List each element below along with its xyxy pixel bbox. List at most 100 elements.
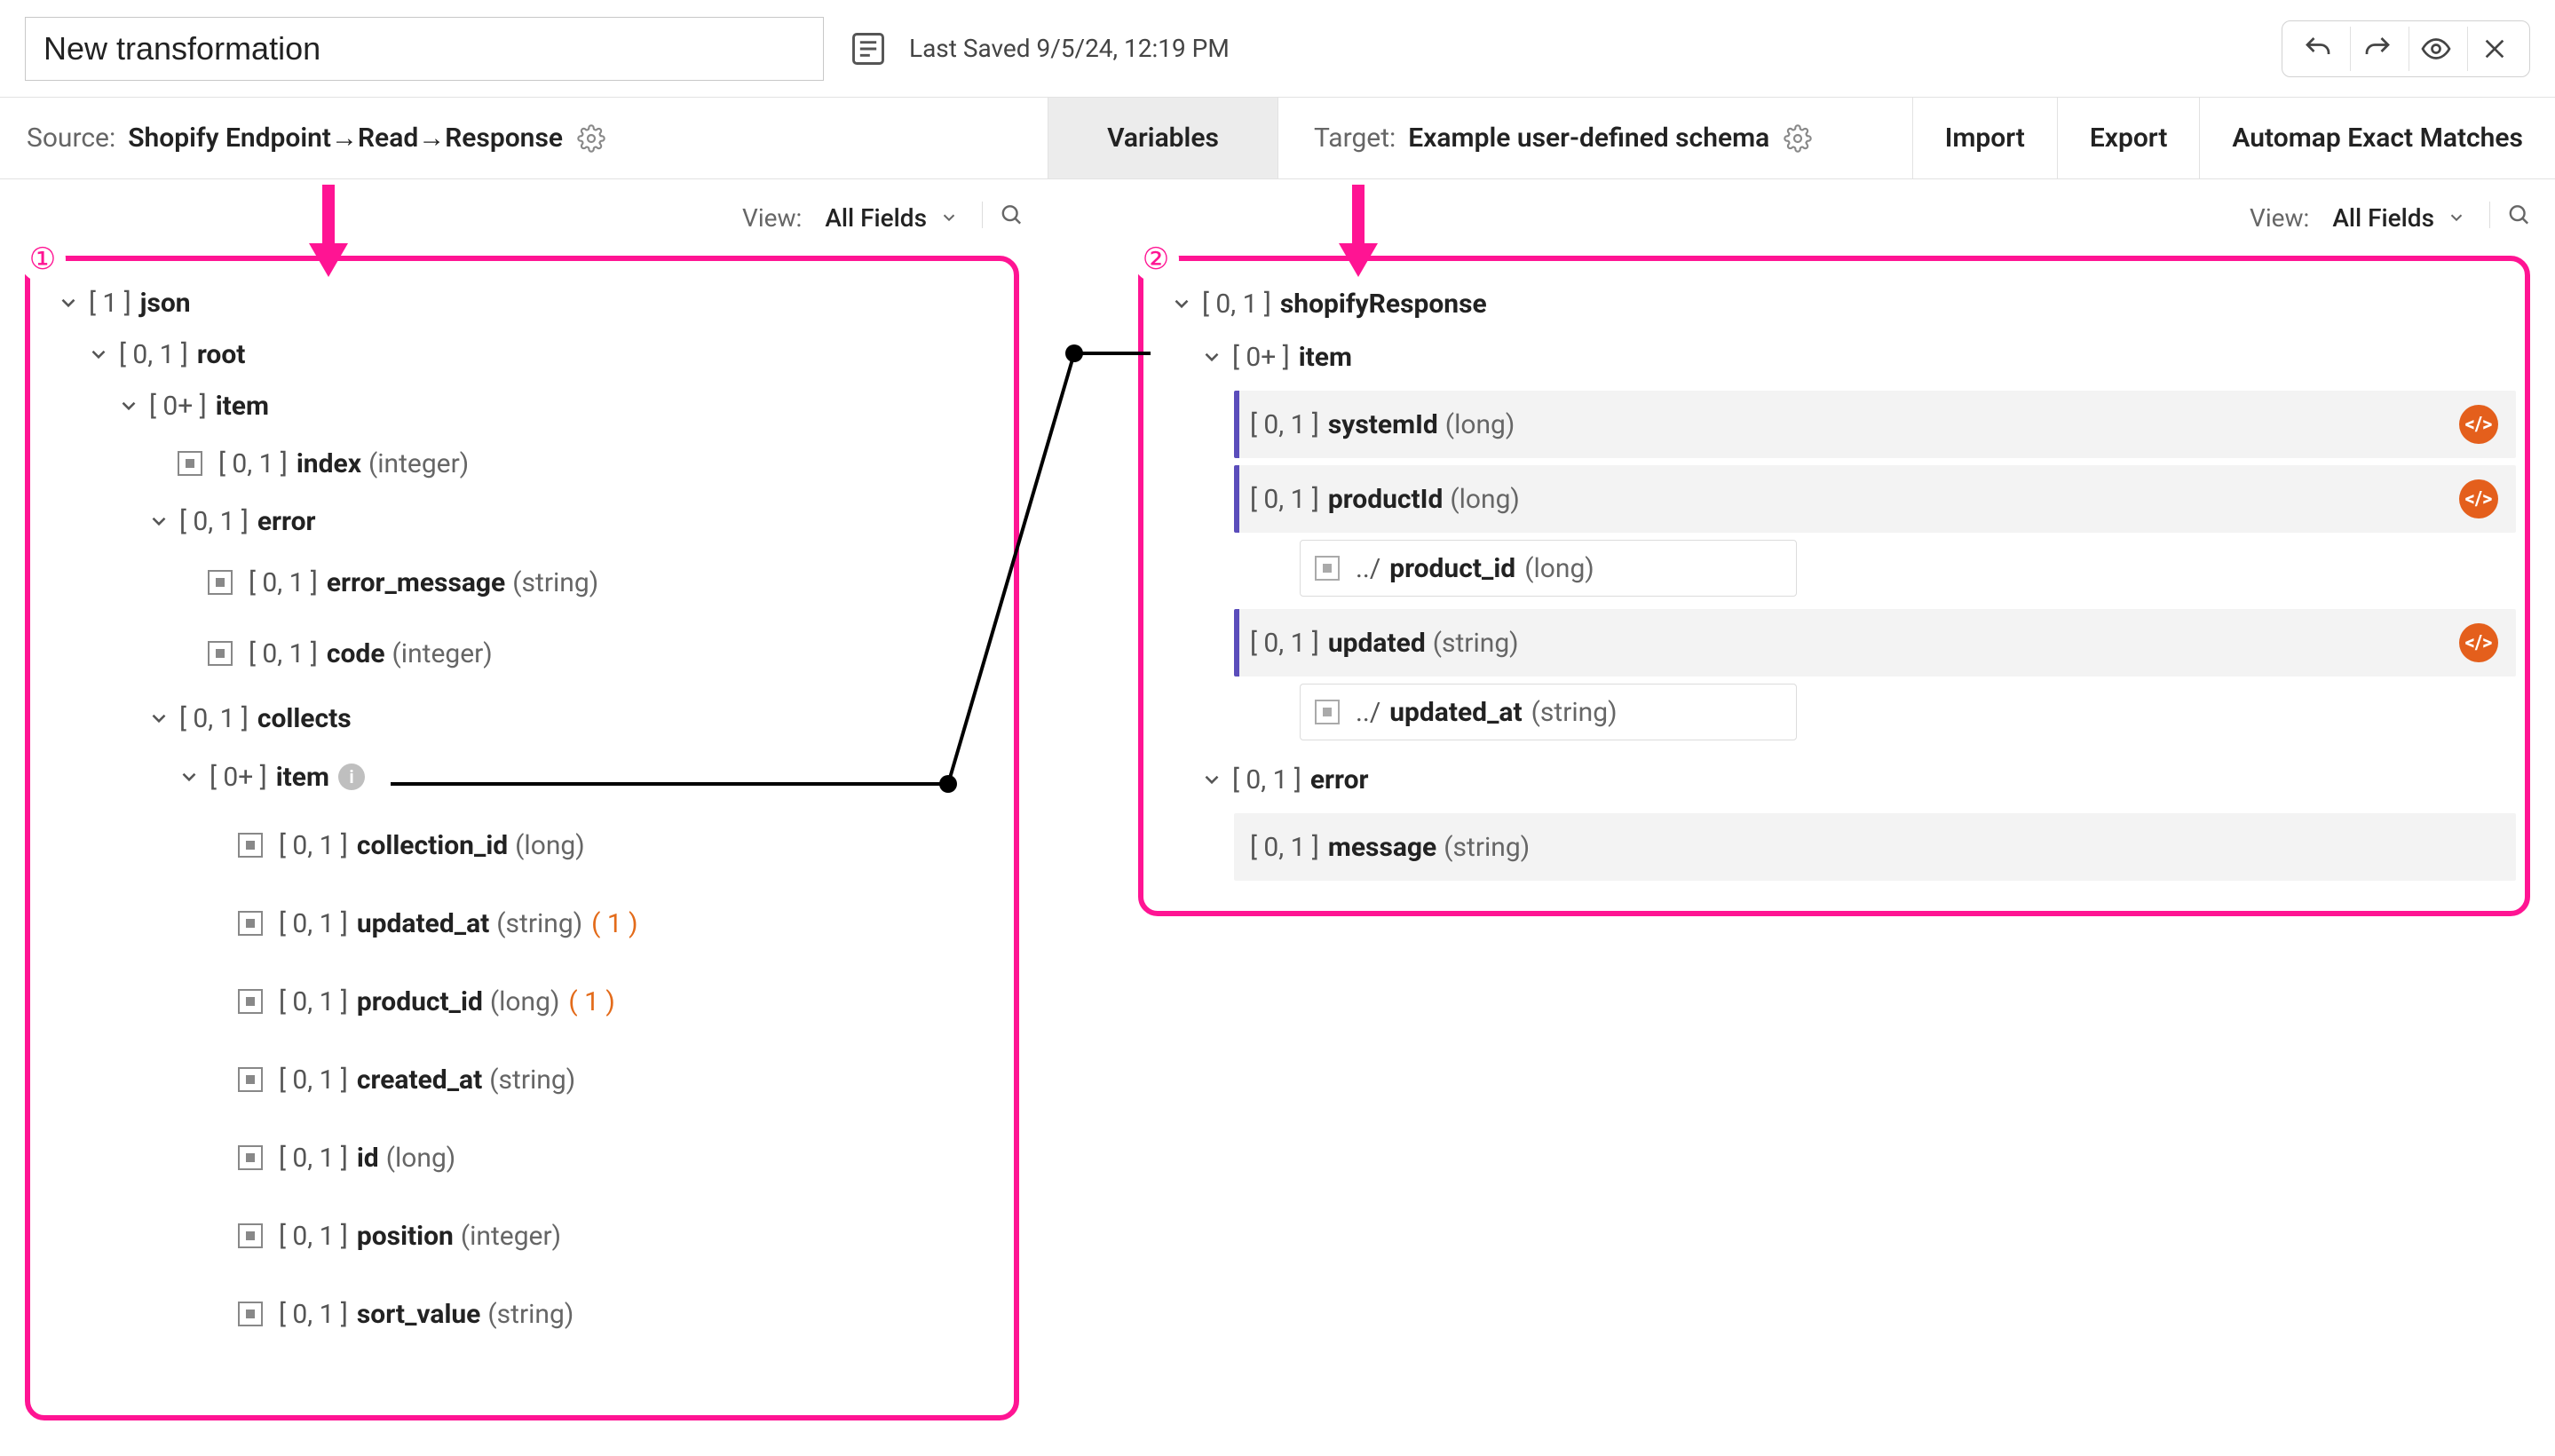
cardinality: [ 0+ ] bbox=[210, 762, 267, 793]
tree-leaf-collection-id[interactable]: [ 0, 1 ] collection_id (long) bbox=[36, 806, 1005, 884]
cardinality: [ 0, 1 ] bbox=[279, 1064, 348, 1096]
search-icon bbox=[982, 202, 1024, 228]
tree-leaf-id[interactable]: [ 0, 1 ] id (long) bbox=[36, 1119, 1005, 1197]
mapping-product-id[interactable]: ../ product_id (long) bbox=[1300, 540, 1797, 597]
annotation-badge-1: ① bbox=[20, 236, 66, 282]
node-name: updated_at bbox=[357, 908, 489, 939]
close-button[interactable] bbox=[2467, 27, 2520, 71]
close-icon bbox=[2480, 35, 2509, 63]
mapping-type: (string) bbox=[1531, 697, 1618, 728]
transformation-title-input[interactable] bbox=[25, 17, 824, 81]
node-type: (integer) bbox=[461, 1221, 561, 1252]
target-field-systemid[interactable]: [ 0, 1 ] systemId (long) </> bbox=[1234, 391, 2516, 458]
node-type: (long) bbox=[1445, 409, 1515, 440]
source-header: Source: Shopify Endpoint→Read→Response bbox=[0, 98, 1048, 178]
mapping-path: ../ bbox=[1356, 553, 1380, 584]
source-search-button[interactable] bbox=[982, 202, 1024, 234]
target-path[interactable]: Example user-defined schema bbox=[1408, 123, 1769, 154]
target-search-button[interactable] bbox=[2489, 202, 2532, 234]
tree-leaf-index[interactable]: [ 0, 1 ] index (integer) bbox=[36, 431, 1005, 495]
cardinality: [ 0, 1 ] bbox=[279, 1299, 348, 1330]
node-name: systemId bbox=[1328, 409, 1438, 440]
preview-button[interactable] bbox=[2409, 27, 2462, 71]
leaf-icon bbox=[178, 451, 202, 476]
node-type: (string) bbox=[1433, 628, 1519, 659]
cardinality: [ 0, 1 ] bbox=[1202, 289, 1271, 320]
node-type: (long) bbox=[515, 830, 585, 861]
node-type: (integer) bbox=[368, 448, 469, 479]
script-badge-icon[interactable]: </> bbox=[2459, 623, 2498, 662]
source-view-select[interactable]: All Fields bbox=[825, 203, 959, 233]
tree-leaf-sort-value[interactable]: [ 0, 1 ] sort_value (string) bbox=[36, 1275, 1005, 1353]
import-button[interactable]: Import bbox=[1912, 98, 2057, 178]
tree-leaf-created-at[interactable]: [ 0, 1 ] created_at (string) bbox=[36, 1041, 1005, 1119]
node-name: collects bbox=[257, 703, 352, 734]
chevron-down-icon bbox=[147, 510, 170, 533]
node-type: (long) bbox=[1450, 484, 1520, 515]
target-field-updated[interactable]: [ 0, 1 ] updated (string) </> bbox=[1234, 609, 2516, 677]
leaf-icon bbox=[238, 911, 263, 936]
source-panel: ① [ 1 ] json [ 0, 1 ] root bbox=[25, 256, 1019, 1420]
node-type: (string) bbox=[487, 1299, 573, 1330]
cardinality: [ 0, 1 ] bbox=[279, 1143, 348, 1174]
target-field-productid[interactable]: [ 0, 1 ] productId (long) </> bbox=[1234, 465, 2516, 533]
node-name: position bbox=[357, 1221, 454, 1252]
tree-leaf-updated-at[interactable]: [ 0, 1 ] updated_at (string) ( 1 ) bbox=[36, 884, 1005, 962]
gear-icon[interactable] bbox=[1784, 124, 1812, 153]
script-badge-icon[interactable]: </> bbox=[2459, 405, 2498, 444]
search-icon bbox=[2489, 202, 2532, 228]
tree-node-item[interactable]: [ 0+ ] item bbox=[1149, 330, 2516, 384]
node-name: item bbox=[1299, 342, 1352, 373]
cardinality: [ 0, 1 ] bbox=[179, 703, 249, 734]
leaf-icon bbox=[238, 1067, 263, 1092]
gear-icon[interactable] bbox=[577, 124, 605, 153]
cardinality: [ 0, 1 ] bbox=[1250, 409, 1319, 440]
tree-leaf-position[interactable]: [ 0, 1 ] position (integer) bbox=[36, 1197, 1005, 1275]
target-view-select[interactable]: All Fields bbox=[2332, 203, 2466, 233]
cardinality: [ 0, 1 ] bbox=[218, 448, 288, 479]
mapping-updated-at[interactable]: ../ updated_at (string) bbox=[1300, 684, 1797, 740]
export-button[interactable]: Export bbox=[2057, 98, 2200, 178]
tree-node-json[interactable]: [ 1 ] json bbox=[36, 277, 1005, 328]
leaf-icon bbox=[238, 1302, 263, 1326]
node-name: error_message bbox=[327, 567, 505, 598]
tree-node-root[interactable]: [ 0, 1 ] root bbox=[36, 328, 1005, 380]
redo-button[interactable] bbox=[2350, 27, 2403, 71]
node-name: message bbox=[1328, 832, 1436, 863]
tree-leaf-code[interactable]: [ 0, 1 ] code (integer) bbox=[36, 618, 1005, 689]
chevron-down-icon bbox=[1200, 345, 1223, 368]
node-name: code bbox=[327, 638, 385, 669]
source-path[interactable]: Shopify Endpoint→Read→Response bbox=[128, 123, 563, 154]
automap-button[interactable]: Automap Exact Matches bbox=[2199, 98, 2555, 178]
chevron-down-icon bbox=[2447, 208, 2466, 227]
tree-node-collects[interactable]: [ 0, 1 ] collects bbox=[36, 689, 1005, 748]
tree-node-shopify-response[interactable]: [ 0, 1 ] shopifyResponse bbox=[1149, 277, 2516, 330]
cardinality: [ 0, 1 ] bbox=[279, 1221, 348, 1252]
leaf-icon bbox=[238, 833, 263, 858]
undo-button[interactable] bbox=[2291, 27, 2345, 71]
tree-leaf-error-message[interactable]: [ 0, 1 ] error_message (string) bbox=[36, 547, 1005, 618]
header-actions bbox=[2282, 20, 2530, 77]
redo-icon bbox=[2361, 33, 2393, 65]
script-badge-icon[interactable]: </> bbox=[2459, 479, 2498, 518]
cardinality: [ 0, 1 ] bbox=[249, 638, 318, 669]
node-name: collection_id bbox=[357, 830, 508, 861]
node-type: (string) bbox=[512, 567, 598, 598]
tree-node-error[interactable]: [ 0, 1 ] error bbox=[1149, 753, 2516, 806]
tree-leaf-product-id[interactable]: [ 0, 1 ] product_id (long) ( 1 ) bbox=[36, 962, 1005, 1041]
tree-node-item[interactable]: [ 0+ ] item bbox=[36, 380, 1005, 431]
tree-node-collects-item[interactable]: [ 0+ ] item i bbox=[36, 748, 1005, 806]
variables-tab[interactable]: Variables bbox=[1048, 98, 1278, 178]
tree-node-error[interactable]: [ 0, 1 ] error bbox=[36, 495, 1005, 547]
cardinality: [ 0+ ] bbox=[149, 391, 207, 422]
description-button[interactable] bbox=[849, 29, 888, 68]
info-icon[interactable]: i bbox=[338, 764, 365, 790]
cardinality: [ 0, 1 ] bbox=[1250, 484, 1319, 515]
target-field-message[interactable]: [ 0, 1 ] message (string) bbox=[1234, 813, 2516, 881]
node-name: updated bbox=[1328, 628, 1426, 659]
node-name: created_at bbox=[357, 1064, 482, 1096]
chevron-down-icon bbox=[147, 707, 170, 730]
mapping-count: ( 1 ) bbox=[568, 986, 614, 1017]
cardinality: [ 0, 1 ] bbox=[1250, 628, 1319, 659]
node-type: (long) bbox=[490, 986, 560, 1017]
